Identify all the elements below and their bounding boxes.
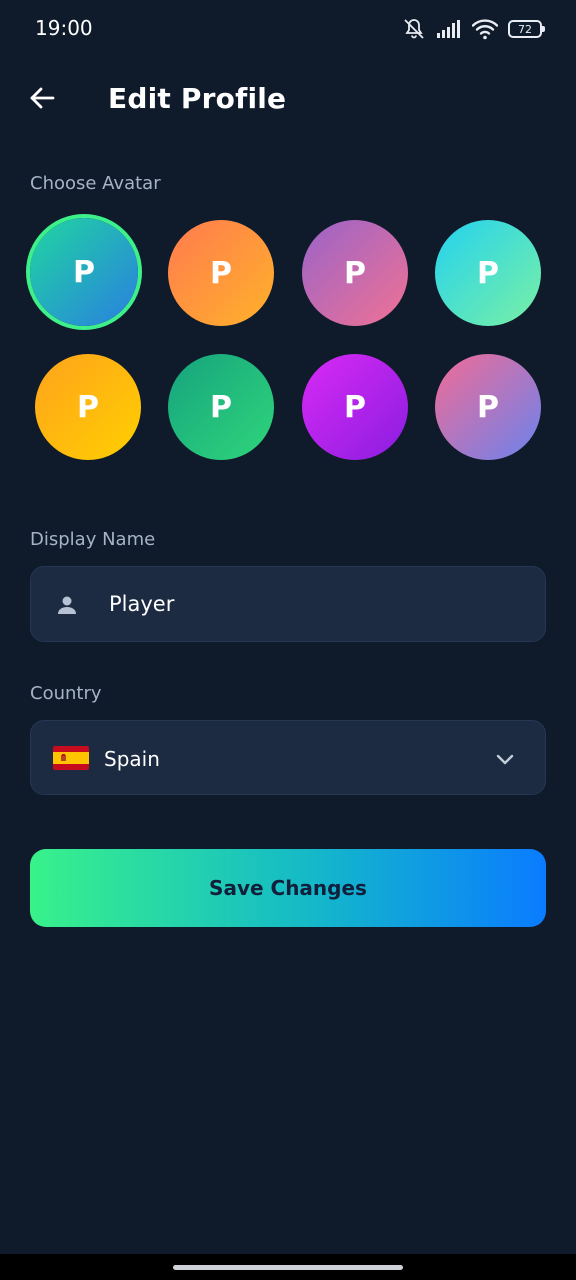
arrow-left-icon xyxy=(30,87,55,109)
avatar-letter: P xyxy=(344,255,366,291)
country-label: Country xyxy=(30,683,102,704)
avatar-letter: P xyxy=(477,255,499,291)
display-name-label: Display Name xyxy=(30,529,156,550)
avatar-option-4[interactable]: P xyxy=(435,220,541,326)
avatar-grid: P P P P P P P P xyxy=(30,218,546,464)
back-button[interactable] xyxy=(26,82,58,114)
avatar-option-6[interactable]: P xyxy=(168,354,274,460)
avatar-letter: P xyxy=(210,255,232,291)
status-icons: 72 xyxy=(402,17,545,41)
avatar-option-5[interactable]: P xyxy=(35,354,141,460)
display-name-field[interactable]: Player xyxy=(30,566,546,642)
save-changes-button[interactable]: Save Changes xyxy=(30,849,546,927)
spain-flag-icon xyxy=(53,746,89,770)
avatar-letter: P xyxy=(477,389,499,425)
avatar-option-7[interactable]: P xyxy=(302,354,408,460)
avatar-option-8[interactable]: P xyxy=(435,354,541,460)
avatar-letter: P xyxy=(210,389,232,425)
avatar-letter: P xyxy=(77,389,99,425)
mute-icon xyxy=(404,19,424,39)
status-bar: 19:00 72 xyxy=(0,0,576,56)
display-name-value: Player xyxy=(109,592,175,616)
page-title: Edit Profile xyxy=(108,82,287,115)
edit-profile-screen: 19:00 72 Edit Profile Choose Avatar P P … xyxy=(0,0,576,1280)
country-select[interactable]: Spain xyxy=(30,720,546,795)
country-value: Spain xyxy=(104,747,160,771)
battery-icon: 72 xyxy=(508,20,545,38)
wifi-icon xyxy=(472,19,498,40)
header: Edit Profile xyxy=(0,70,576,126)
home-indicator[interactable] xyxy=(173,1265,403,1270)
person-icon xyxy=(58,596,76,614)
signal-icon xyxy=(437,20,460,38)
avatar-option-2[interactable]: P xyxy=(168,220,274,326)
avatar-option-1[interactable]: P xyxy=(30,218,138,326)
choose-avatar-label: Choose Avatar xyxy=(30,173,161,194)
status-time: 19:00 xyxy=(35,16,93,40)
avatar-letter: P xyxy=(344,389,366,425)
chevron-down-icon xyxy=(496,754,514,765)
battery-level: 72 xyxy=(518,22,532,36)
avatar-letter: P xyxy=(73,254,95,290)
save-changes-label: Save Changes xyxy=(209,876,367,900)
avatar-option-3[interactable]: P xyxy=(302,220,408,326)
